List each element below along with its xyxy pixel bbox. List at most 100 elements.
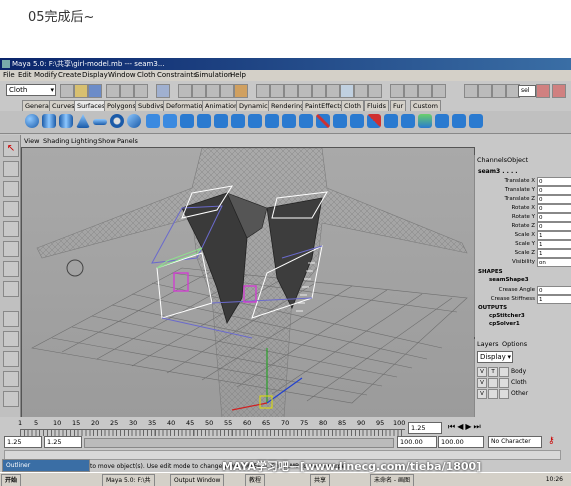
tab-custom[interactable]: Custom bbox=[410, 100, 441, 111]
render-current-icon[interactable] bbox=[478, 84, 492, 98]
attr-rotate-y[interactable]: Rotate Y0 bbox=[475, 213, 571, 222]
paint-select-icon[interactable] bbox=[3, 181, 19, 197]
visibility-toggle[interactable]: V bbox=[477, 378, 487, 388]
hypershade-icon[interactable] bbox=[312, 84, 326, 98]
align-surfaces-icon[interactable] bbox=[384, 114, 398, 128]
shape-name[interactable]: seamShape3 bbox=[489, 277, 529, 283]
tab-channels[interactable]: Channels bbox=[477, 156, 507, 164]
nurbs-cylinder-icon[interactable] bbox=[59, 114, 73, 128]
attr-translate-y[interactable]: Translate Y0 bbox=[475, 186, 571, 195]
open-close-icon[interactable] bbox=[401, 114, 415, 128]
color-swatch[interactable] bbox=[499, 378, 509, 388]
panel-menu-panels[interactable]: Panels bbox=[117, 136, 138, 147]
snap-curve-icon[interactable] bbox=[192, 84, 206, 98]
menu-modify[interactable]: Modify bbox=[34, 70, 57, 81]
tab-layers[interactable]: Layers bbox=[477, 340, 499, 348]
character-set-field[interactable]: No Character Set bbox=[488, 436, 542, 455]
attr-value[interactable]: 0 bbox=[537, 286, 571, 295]
template-toggle[interactable] bbox=[488, 378, 498, 388]
bevel-icon[interactable] bbox=[265, 114, 279, 128]
extrude-icon[interactable] bbox=[197, 114, 211, 128]
select-tool-icon[interactable]: ↖ bbox=[3, 141, 19, 157]
current-time-field[interactable]: 1.25 bbox=[408, 422, 442, 434]
trim-tool-icon[interactable] bbox=[316, 114, 330, 128]
tab-object[interactable]: Object bbox=[507, 156, 528, 164]
tab-painteffects[interactable]: PaintEffects bbox=[302, 100, 347, 111]
manipulator-icon[interactable] bbox=[3, 261, 19, 277]
graph-icon[interactable] bbox=[340, 84, 354, 98]
attr-value[interactable]: 0 bbox=[537, 222, 571, 231]
taskbar-item-shared[interactable]: 共享 bbox=[310, 474, 331, 486]
attr-value[interactable]: 0 bbox=[537, 195, 571, 204]
attr-value[interactable]: on bbox=[537, 258, 571, 267]
attribute-editor-toggle-icon[interactable] bbox=[552, 84, 566, 98]
playback-end-field[interactable]: 100.00 bbox=[397, 436, 437, 448]
magnet-icon[interactable] bbox=[354, 84, 368, 98]
last-tool-icon[interactable] bbox=[3, 281, 19, 297]
four-view-icon[interactable] bbox=[3, 331, 19, 347]
menu-display[interactable]: Display bbox=[82, 70, 108, 81]
tool-b-icon[interactable] bbox=[404, 84, 418, 98]
visibility-toggle[interactable]: V bbox=[477, 389, 487, 399]
boundary-icon[interactable] bbox=[231, 114, 245, 128]
panel-menu-show[interactable]: Show bbox=[98, 136, 116, 147]
attr-scale-z[interactable]: Scale Z1 bbox=[475, 249, 571, 258]
fillet-icon[interactable] bbox=[282, 114, 296, 128]
layer-row[interactable]: V T Body bbox=[477, 367, 569, 377]
menu-window[interactable]: Window bbox=[108, 70, 136, 81]
tab-cloth[interactable]: Cloth bbox=[341, 100, 364, 111]
move-tool-icon[interactable] bbox=[3, 201, 19, 217]
pick-mask-icon[interactable] bbox=[156, 84, 170, 98]
nurbs-cone-icon[interactable] bbox=[76, 114, 90, 128]
outliner-layout-icon[interactable] bbox=[3, 351, 19, 367]
render-view-icon[interactable] bbox=[464, 84, 478, 98]
extend-surface-icon[interactable] bbox=[435, 114, 449, 128]
nurbs-circle-icon[interactable] bbox=[127, 114, 141, 128]
single-view-icon[interactable] bbox=[3, 311, 19, 327]
untrim-icon[interactable] bbox=[333, 114, 347, 128]
attr-value[interactable]: 1 bbox=[537, 240, 571, 249]
taskbar-item-output-window[interactable]: Output Window bbox=[170, 474, 225, 486]
perspective-viewport[interactable] bbox=[21, 147, 475, 419]
attr-value[interactable]: 1 bbox=[537, 249, 571, 258]
layer-row[interactable]: V Other bbox=[477, 389, 569, 399]
menu-create[interactable]: Create bbox=[58, 70, 81, 81]
time-ruler[interactable] bbox=[20, 429, 405, 436]
tool-a-icon[interactable] bbox=[390, 84, 404, 98]
nurbs-torus-icon[interactable] bbox=[110, 114, 124, 128]
output-item[interactable]: cpStitcher3 bbox=[489, 313, 525, 319]
rotate-tool-icon[interactable] bbox=[3, 221, 19, 237]
start-time-field[interactable]: 1.25 bbox=[4, 436, 42, 448]
menu-constraints[interactable]: Constraints bbox=[157, 70, 197, 81]
snap-view-icon[interactable] bbox=[220, 84, 234, 98]
history-icon[interactable] bbox=[256, 84, 270, 98]
quick-select-field[interactable]: sel bbox=[518, 85, 536, 97]
panel-menu-view[interactable]: View bbox=[24, 136, 39, 147]
nurbs-sphere-icon[interactable] bbox=[25, 114, 39, 128]
refresh-icon[interactable] bbox=[368, 84, 382, 98]
menu-help[interactable]: Help bbox=[230, 70, 246, 81]
save-scene-icon[interactable] bbox=[88, 84, 102, 98]
tab-options[interactable]: Options bbox=[502, 340, 527, 348]
playback-controls-icon[interactable]: ⏮◀▶⏭ bbox=[448, 422, 483, 432]
lasso-tool-icon[interactable] bbox=[3, 161, 19, 177]
outliner-icon[interactable] bbox=[326, 84, 340, 98]
template-toggle[interactable]: T bbox=[488, 367, 498, 377]
attr-value[interactable]: 0 bbox=[537, 204, 571, 213]
attr-value[interactable]: 0 bbox=[537, 177, 571, 186]
snap-point-icon[interactable] bbox=[206, 84, 220, 98]
menu-simulation[interactable]: Simulation bbox=[195, 70, 232, 81]
new-scene-icon[interactable] bbox=[60, 84, 74, 98]
graph-layout-icon[interactable] bbox=[3, 371, 19, 387]
playback-start-field[interactable]: 1.25 bbox=[44, 436, 82, 448]
menu-set-dropdown[interactable]: Cloth ▾ bbox=[6, 84, 56, 96]
rebuild-surface-icon[interactable] bbox=[469, 114, 483, 128]
attach-surfaces-icon[interactable] bbox=[350, 114, 364, 128]
birail-icon[interactable] bbox=[214, 114, 228, 128]
taskbar-item-maya[interactable]: Maya 5.0: F:\共 bbox=[102, 474, 155, 486]
tab-fur[interactable]: Fur bbox=[390, 100, 407, 111]
open-scene-icon[interactable] bbox=[74, 84, 88, 98]
tool-d-icon[interactable] bbox=[432, 84, 446, 98]
taskbar-item-paint[interactable]: 未命名 - 画图 bbox=[370, 474, 414, 486]
attr-value[interactable]: 1 bbox=[537, 231, 571, 240]
